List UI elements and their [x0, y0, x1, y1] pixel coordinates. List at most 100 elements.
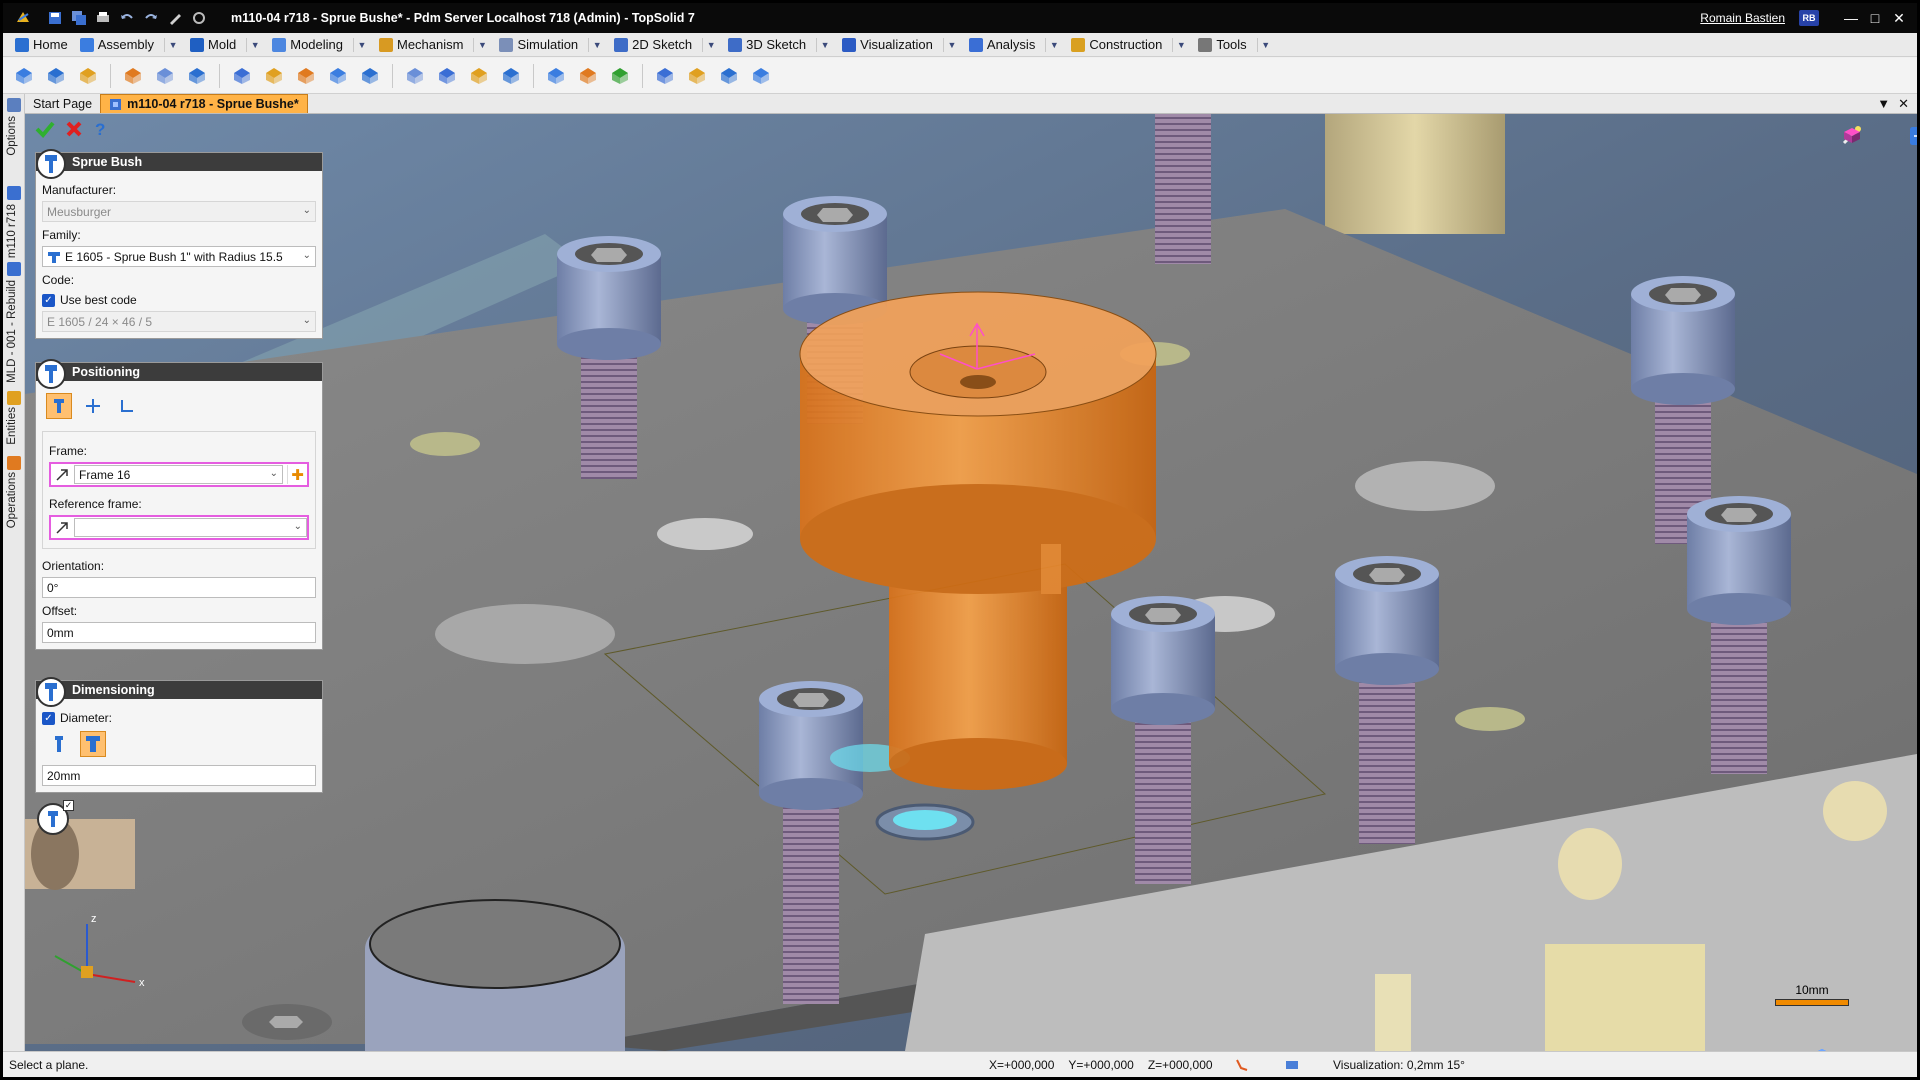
menu-2d-sketch[interactable]: 2D Sketch ▼ — [608, 34, 722, 56]
cooling-icon[interactable] — [229, 63, 255, 89]
screw[interactable] — [1155, 114, 1211, 264]
mold-plate-icon[interactable] — [43, 63, 69, 89]
screw-icon[interactable] — [498, 63, 524, 89]
small-bush-button[interactable] — [46, 731, 72, 757]
plane-mode-button[interactable] — [114, 393, 140, 419]
mld-icon[interactable] — [7, 262, 21, 276]
close-document-icon[interactable]: ✕ — [1898, 96, 1909, 112]
app-menu-icon[interactable] — [13, 8, 33, 28]
chevron-down-icon[interactable]: ▼ — [942, 37, 957, 52]
menu-analysis[interactable]: Analysis ▼ — [963, 34, 1065, 56]
layer-icon[interactable] — [1285, 1058, 1299, 1072]
menu-visualization[interactable]: Visualization ▼ — [836, 34, 963, 56]
pen-icon[interactable] — [165, 8, 185, 28]
menu-modeling[interactable]: Modeling ▼ — [266, 34, 373, 56]
print-icon[interactable] — [93, 8, 113, 28]
plug-icon[interactable] — [652, 63, 678, 89]
document-icon[interactable] — [7, 186, 21, 200]
cancel-x-icon[interactable] — [65, 120, 83, 141]
menu-home[interactable]: Home — [9, 34, 74, 56]
guide-pillar-icon[interactable] — [184, 63, 210, 89]
document-dock-tab[interactable]: m110 r718 — [6, 204, 18, 258]
maximize-icon[interactable]: □ — [1865, 8, 1885, 28]
dimensioning-header[interactable]: Dimensioning — [36, 677, 322, 707]
diameter-checkbox[interactable]: ✓ Diameter: — [42, 711, 316, 725]
tab-active-document[interactable]: m110-04 r718 - Sprue Bushe* — [100, 94, 308, 113]
user-avatar[interactable]: RB — [1799, 10, 1819, 26]
frame-mode-button[interactable] — [46, 393, 72, 419]
close-icon[interactable]: ✕ — [1889, 8, 1909, 28]
chevron-down-icon[interactable]: ▼ — [473, 37, 487, 52]
tab-list-icon[interactable]: ▼ — [1877, 96, 1890, 111]
menu-construction[interactable]: Construction ▼ — [1065, 34, 1192, 56]
entities-icon[interactable] — [7, 391, 21, 405]
ejector-icon[interactable] — [75, 63, 101, 89]
slider-icon[interactable] — [402, 63, 428, 89]
chevron-down-icon[interactable]: ▼ — [164, 37, 178, 52]
chevron-down-icon[interactable]: ▼ — [588, 37, 602, 52]
tab-start-page[interactable]: Start Page — [25, 94, 100, 113]
chevron-down-icon[interactable]: ▼ — [1172, 37, 1186, 52]
redo-icon[interactable] — [141, 8, 161, 28]
entities-dock-tab[interactable]: Entities — [6, 407, 18, 445]
reference-frame-field[interactable]: ⌄ — [49, 515, 309, 540]
refresh-icon[interactable] — [189, 8, 209, 28]
menu-tools[interactable]: Tools ▼ — [1192, 34, 1276, 56]
help-icon[interactable]: ? — [93, 120, 107, 141]
gear-icon[interactable] — [7, 98, 21, 112]
chevron-down-icon[interactable]: ▼ — [353, 37, 367, 52]
operations-icon[interactable] — [7, 456, 21, 470]
large-bush-button[interactable] — [80, 731, 106, 757]
menu-mold[interactable]: Mold ▼ — [184, 34, 266, 56]
core-icon[interactable] — [152, 63, 178, 89]
ok-check-icon[interactable] — [35, 120, 55, 141]
extra-panel-checkbox[interactable]: ✓ — [63, 800, 74, 811]
snap-icon[interactable] — [1235, 1058, 1249, 1072]
frame-field[interactable]: Frame 16 ⌄ ✚ — [49, 462, 309, 487]
mold-part-icon[interactable] — [11, 63, 37, 89]
use-best-code-checkbox[interactable]: ✓ Use best code — [42, 293, 316, 307]
user-name-link[interactable]: Romain Bastien — [1700, 11, 1785, 25]
save-all-icon[interactable] — [69, 8, 89, 28]
menu-assembly[interactable]: Assembly ▼ — [74, 34, 184, 56]
spring-icon[interactable] — [466, 63, 492, 89]
code-select[interactable]: E 1605 / 24 × 46 / 5 ⌄ — [42, 311, 316, 332]
gate-icon[interactable] — [325, 63, 351, 89]
chevron-down-icon[interactable]: ▼ — [816, 37, 830, 52]
positioning-header[interactable]: Positioning — [36, 359, 322, 389]
baffle-icon[interactable] — [716, 63, 742, 89]
sprue-bush-header[interactable]: Sprue Bush — [36, 149, 322, 179]
menu-simulation[interactable]: Simulation ▼ — [493, 34, 608, 56]
chevron-down-icon[interactable]: ▼ — [1256, 37, 1271, 52]
family-select[interactable]: E 1605 - Sprue Bush 1" with Radius 15.5 … — [42, 246, 316, 267]
undo-icon[interactable] — [117, 8, 137, 28]
diameter-input[interactable]: 20mm — [42, 765, 316, 786]
orientation-input[interactable]: 0° — [42, 577, 316, 598]
save-icon[interactable] — [45, 8, 65, 28]
locating-ring-icon[interactable] — [543, 63, 569, 89]
chevron-down-icon[interactable]: ▼ — [1045, 37, 1059, 52]
connector-icon[interactable] — [684, 63, 710, 89]
menu-3d-sketch[interactable]: 3D Sketch ▼ — [722, 34, 836, 56]
menu-mechanism[interactable]: Mechanism ▼ — [373, 34, 493, 56]
options-dock-tab[interactable]: Options — [6, 116, 18, 156]
frame-select[interactable]: Frame 16 ⌄ — [74, 465, 283, 484]
point-mode-button[interactable] — [80, 393, 106, 419]
chevron-down-icon[interactable]: ▼ — [702, 37, 716, 52]
operations-dock-tab[interactable]: Operations — [6, 472, 18, 528]
chevron-down-icon[interactable]: ▼ — [246, 37, 260, 52]
cavity-icon[interactable] — [120, 63, 146, 89]
lifter-icon[interactable] — [434, 63, 460, 89]
reference-frame-select[interactable]: ⌄ — [74, 518, 307, 537]
insert-icon[interactable] — [357, 63, 383, 89]
add-frame-icon[interactable]: ✚ — [287, 465, 307, 484]
sprue-icon[interactable] — [261, 63, 287, 89]
o-ring-icon[interactable] — [748, 63, 774, 89]
minimize-icon[interactable]: — — [1841, 8, 1861, 28]
manufacturer-select[interactable]: Meusburger ⌄ — [42, 201, 316, 222]
mld-dock-tab[interactable]: MLD - 001 - Rebuild — [6, 280, 18, 383]
support-icon[interactable] — [575, 63, 601, 89]
cooling-circuit-icon[interactable] — [607, 63, 633, 89]
offset-input[interactable]: 0mm — [42, 622, 316, 643]
runner-icon[interactable] — [293, 63, 319, 89]
